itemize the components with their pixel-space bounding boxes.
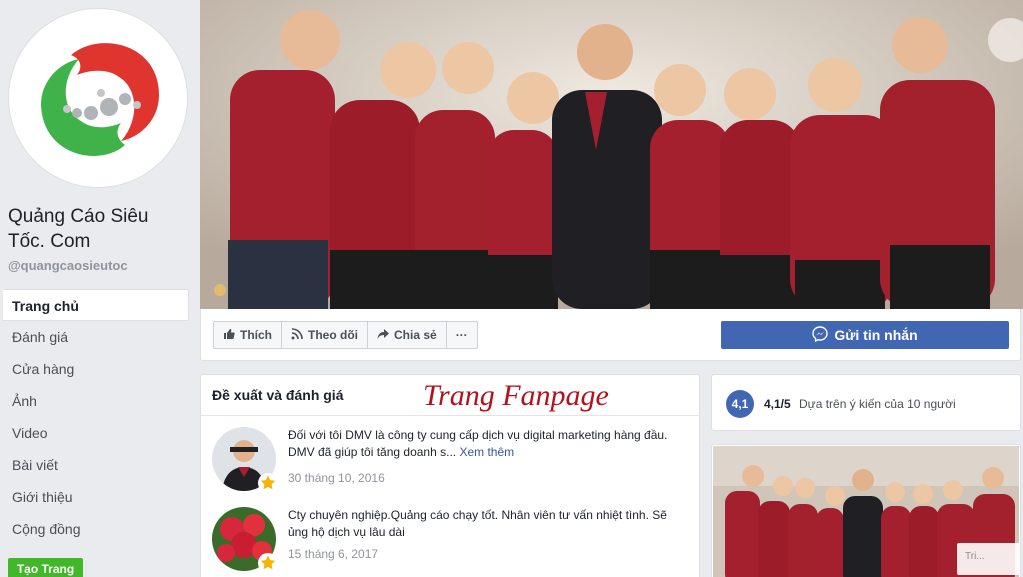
rating-score: 4,1/5 — [764, 397, 791, 411]
more-icon: ··· — [455, 328, 468, 342]
share-button[interactable]: Chia sẻ — [368, 322, 447, 348]
thumbs-up-icon — [223, 328, 235, 343]
nav-item-photos[interactable]: Ảnh — [3, 385, 189, 417]
see-more-link[interactable]: Xem thêm — [459, 445, 514, 459]
action-group: Thích Theo dõi Chia sẻ ··· — [213, 321, 478, 349]
like-label: Thích — [240, 328, 272, 342]
review-item: Đối với tôi DMV là công ty cung cấp dịch… — [212, 427, 692, 497]
like-button[interactable]: Thích — [214, 322, 282, 348]
divider — [201, 415, 699, 416]
star-icon — [258, 553, 278, 573]
create-page-button[interactable]: Tạo Trang — [8, 558, 83, 577]
nav-item-reviews[interactable]: Đánh giá — [3, 321, 189, 353]
reviews-title[interactable]: Đề xuất và đánh giá — [212, 387, 343, 403]
review-date[interactable]: 30 tháng 10, 2016 — [288, 471, 385, 485]
page-handle[interactable]: @quangcaosieutoc — [8, 258, 128, 273]
photo-caption: Tri... — [957, 543, 1020, 575]
review-text: Đối với tôi DMV là công ty cung cấp dịch… — [288, 427, 688, 461]
follow-button[interactable]: Theo dõi — [282, 322, 368, 348]
nav-item-about[interactable]: Giới thiệu — [3, 481, 189, 513]
send-message-label: Gửi tin nhắn — [834, 327, 918, 343]
page-avatar[interactable] — [8, 8, 188, 188]
share-arrow-icon — [377, 328, 389, 343]
left-column: Quảng Cáo Siêu Tốc. Com @quangcaosieutoc… — [0, 0, 197, 577]
photo-card[interactable]: Tri... — [711, 444, 1021, 577]
nav-item-home[interactable]: Trang chủ — [3, 289, 189, 321]
review-date[interactable]: 15 tháng 6, 2017 — [288, 547, 378, 561]
rss-icon — [291, 327, 303, 343]
nav-item-community[interactable]: Cộng đồng — [3, 513, 189, 545]
rating-badge: 4,1 — [726, 390, 754, 418]
send-message-button[interactable]: Gửi tin nhắn — [721, 321, 1009, 349]
rating-description: Dựa trên ý kiến của 10 người — [799, 397, 956, 411]
follow-label: Theo dõi — [308, 328, 358, 342]
review-item: Cty chuyên nghiệp.Quảng cáo chạy tốt. Nh… — [212, 507, 692, 577]
page-name[interactable]: Quảng Cáo Siêu Tốc. Com — [8, 204, 188, 254]
company-logo — [11, 11, 187, 187]
share-label: Chia sẻ — [394, 328, 437, 342]
review-text: Cty chuyên nghiệp.Quảng cáo chạy tốt. Nh… — [288, 508, 667, 539]
reviews-card: Đề xuất và đánh giá Trang Fanpage Đối vớ… — [200, 374, 700, 577]
rating-card[interactable]: 4,1 4,1/5 Dựa trên ý kiến của 10 người — [711, 374, 1021, 431]
nav-item-posts[interactable]: Bài viết — [3, 449, 189, 481]
page-action-bar: Thích Theo dõi Chia sẻ ··· Gửi tin nhắn — [200, 309, 1021, 361]
team-photo — [200, 0, 1023, 309]
fanpage-watermark: Trang Fanpage — [423, 379, 609, 412]
cover-photo[interactable] — [200, 0, 1023, 309]
nav-item-shop[interactable]: Cửa hàng — [3, 353, 189, 385]
more-options-button[interactable]: ··· — [447, 322, 477, 348]
nav-item-videos[interactable]: Video — [3, 417, 189, 449]
page-nav: Trang chủ Đánh giá Cửa hàng Ảnh Video Bà… — [3, 289, 189, 545]
star-icon — [258, 473, 278, 493]
messenger-icon — [812, 325, 829, 345]
